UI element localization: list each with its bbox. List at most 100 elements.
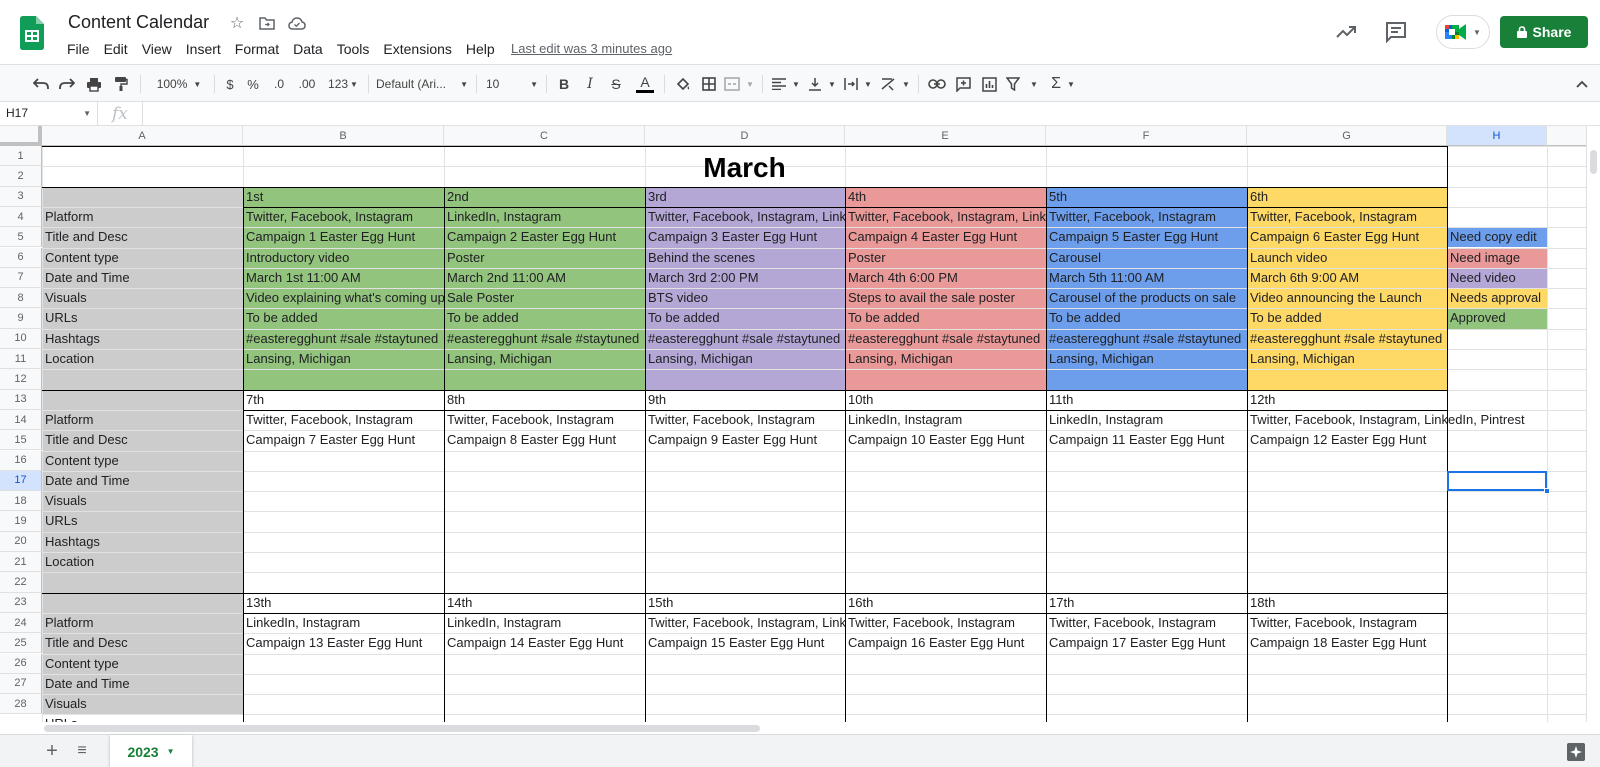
decrease-decimal-button[interactable]: .0 bbox=[268, 73, 290, 95]
row-label-platform[interactable]: Platform bbox=[42, 410, 243, 430]
document-title[interactable]: Content Calendar bbox=[68, 12, 209, 33]
strikethrough-button[interactable]: S bbox=[607, 73, 625, 95]
cell-visuals[interactable]: Video announcing the Launch bbox=[1247, 288, 1447, 308]
currency-format-button[interactable]: $ bbox=[222, 73, 238, 95]
row-header-3[interactable]: 3 bbox=[0, 186, 42, 207]
date-cell-14th[interactable]: 14th bbox=[444, 593, 645, 613]
row-header-10[interactable]: 10 bbox=[0, 328, 42, 349]
cell-hashtags[interactable]: #easteregghunt #sale #staytuned bbox=[845, 329, 1046, 349]
row-label-visuals[interactable]: Visuals bbox=[42, 491, 243, 511]
merge-cells-icon[interactable]: ▼ bbox=[722, 73, 756, 95]
row-label-date-and-time[interactable]: Date and Time bbox=[42, 268, 243, 288]
cell-title[interactable]: Campaign 18 Easter Egg Hunt bbox=[1247, 633, 1447, 653]
date-cell-17th[interactable]: 17th bbox=[1046, 593, 1247, 613]
cell-visuals[interactable]: Carousel of the products on sale bbox=[1046, 288, 1247, 308]
row-label-content-type[interactable]: Content type bbox=[42, 248, 243, 268]
select-all-corner[interactable] bbox=[0, 126, 42, 146]
date-cell-5th[interactable]: 5th bbox=[1046, 187, 1247, 207]
date-cell-12th[interactable]: 12th bbox=[1247, 390, 1447, 410]
text-wrapping-icon[interactable]: ▼ bbox=[842, 73, 874, 95]
cell-platform[interactable]: Twitter, Facebook, Instagram, LinkedIn, … bbox=[1247, 410, 1600, 430]
cell-urls[interactable]: To be added bbox=[243, 308, 444, 328]
column-header-h[interactable]: H bbox=[1447, 126, 1547, 146]
cell-location[interactable]: Lansing, Michigan bbox=[845, 349, 1046, 369]
date-cell-7th[interactable]: 7th bbox=[243, 390, 444, 410]
date-cell-9th[interactable]: 9th bbox=[645, 390, 845, 410]
date-cell-3rd[interactable]: 3rd bbox=[645, 187, 845, 207]
font-size-select[interactable]: 10 ▼ bbox=[486, 73, 538, 95]
cell-visuals[interactable]: BTS video bbox=[645, 288, 845, 308]
menu-edit[interactable]: Edit bbox=[97, 38, 135, 60]
cell-platform[interactable]: Twitter, Facebook, Instagram bbox=[444, 410, 645, 430]
date-cell-18th[interactable]: 18th bbox=[1247, 593, 1447, 613]
print-icon[interactable] bbox=[83, 73, 105, 95]
cell-platform[interactable]: Twitter, Facebook, Instagram, Link bbox=[645, 613, 845, 633]
row-header-14[interactable]: 14 bbox=[0, 409, 42, 431]
cell-urls[interactable]: To be added bbox=[444, 308, 645, 328]
row-label-hashtags[interactable]: Hashtags bbox=[42, 329, 243, 349]
cell-platform[interactable]: Twitter, Facebook, Instagram bbox=[1046, 207, 1247, 227]
row-label-hashtags[interactable]: Hashtags bbox=[42, 532, 243, 552]
last-edit-link[interactable]: Last edit was 3 minutes ago bbox=[511, 41, 672, 56]
cloud-status-icon[interactable] bbox=[286, 12, 308, 34]
cell-content_type[interactable]: Behind the scenes bbox=[645, 248, 845, 268]
cell-location[interactable]: Lansing, Michigan bbox=[1046, 349, 1247, 369]
date-cell-8th[interactable]: 8th bbox=[444, 390, 645, 410]
percent-format-button[interactable]: % bbox=[245, 73, 261, 95]
share-button[interactable]: Share bbox=[1500, 16, 1588, 48]
cell-title[interactable]: Campaign 14 Easter Egg Hunt bbox=[444, 633, 645, 653]
row-header-17[interactable]: 17 bbox=[0, 470, 42, 492]
cell-content_type[interactable]: Introductory video bbox=[243, 248, 444, 268]
column-header-g[interactable]: G bbox=[1247, 126, 1447, 146]
cell-platform[interactable]: LinkedIn, Instagram bbox=[444, 207, 645, 227]
cell-location[interactable]: Lansing, Michigan bbox=[645, 349, 845, 369]
cell-visuals[interactable]: Steps to avail the sale poster bbox=[845, 288, 1046, 308]
cell-location[interactable]: Lansing, Michigan bbox=[243, 349, 444, 369]
selection-fill-handle[interactable] bbox=[1544, 488, 1550, 495]
row-label-platform[interactable]: Platform bbox=[42, 207, 243, 227]
row-header-18[interactable]: 18 bbox=[0, 491, 42, 512]
cell-content_type[interactable]: Poster bbox=[444, 248, 645, 268]
zoom-select[interactable]: 100% ▼ bbox=[150, 73, 208, 95]
italic-button[interactable]: I bbox=[581, 73, 599, 95]
row-header-7[interactable]: 7 bbox=[0, 267, 42, 289]
cell-content_type[interactable]: Carousel bbox=[1046, 248, 1247, 268]
cell-datetime[interactable]: March 5th 11:00 AM bbox=[1046, 268, 1247, 288]
menu-tools[interactable]: Tools bbox=[330, 38, 377, 60]
fill-color-icon[interactable] bbox=[672, 73, 694, 95]
row-header-4[interactable]: 4 bbox=[0, 206, 42, 228]
row-header-21[interactable]: 21 bbox=[0, 552, 42, 573]
menu-file[interactable]: File bbox=[60, 38, 97, 60]
meet-button[interactable]: ▼ bbox=[1436, 15, 1490, 49]
cell-title[interactable]: Campaign 2 Easter Egg Hunt bbox=[444, 227, 645, 247]
cell-platform[interactable]: Twitter, Facebook, Instagram, Link bbox=[645, 207, 845, 227]
redo-icon[interactable] bbox=[56, 73, 78, 95]
cell-datetime[interactable]: March 6th 9:00 AM bbox=[1247, 268, 1447, 288]
sheet-grid[interactable]: A B C D E F G H 1 2 3 4 5 6 7 8 9 10 11 12 13 14 15 16 17 18 19 20 2… bbox=[0, 126, 1600, 722]
menu-data[interactable]: Data bbox=[286, 38, 330, 60]
row-label-urls[interactable]: URLs bbox=[42, 308, 243, 328]
cell-title[interactable]: Campaign 3 Easter Egg Hunt bbox=[645, 227, 845, 247]
row-label-title-and-desc[interactable]: Title and Desc bbox=[42, 227, 243, 247]
activity-trend-icon[interactable] bbox=[1334, 20, 1358, 44]
row-header-11[interactable]: 11 bbox=[0, 349, 42, 370]
sheets-logo-icon[interactable] bbox=[20, 16, 44, 50]
cell-platform[interactable]: Twitter, Facebook, Instagram bbox=[1247, 207, 1447, 227]
horizontal-scrollbar[interactable] bbox=[0, 722, 1586, 734]
row-header-24[interactable]: 24 bbox=[0, 612, 42, 634]
cell-title[interactable]: Campaign 9 Easter Egg Hunt bbox=[645, 430, 845, 450]
row-label-content-type[interactable]: Content type bbox=[42, 654, 243, 674]
menu-extensions[interactable]: Extensions bbox=[376, 38, 458, 60]
cell-urls[interactable]: To be added bbox=[1046, 308, 1247, 328]
cell-platform[interactable]: LinkedIn, Instagram bbox=[444, 613, 645, 633]
cell-visuals[interactable]: Sale Poster bbox=[444, 288, 645, 308]
cell-platform[interactable]: Twitter, Facebook, Instagram bbox=[1046, 613, 1247, 633]
date-cell-4th[interactable]: 4th bbox=[845, 187, 1046, 207]
cell-platform[interactable]: Twitter, Facebook, Instagram, Link bbox=[845, 207, 1046, 227]
selected-cell-h17[interactable] bbox=[1447, 470, 1547, 492]
vertical-align-icon[interactable]: ▼ bbox=[806, 73, 838, 95]
row-header-26[interactable]: 26 bbox=[0, 653, 42, 674]
cell-datetime[interactable]: March 3rd 2:00 PM bbox=[645, 268, 845, 288]
name-box[interactable]: H17 ▼ bbox=[0, 102, 98, 126]
insert-comment-icon[interactable] bbox=[952, 73, 974, 95]
